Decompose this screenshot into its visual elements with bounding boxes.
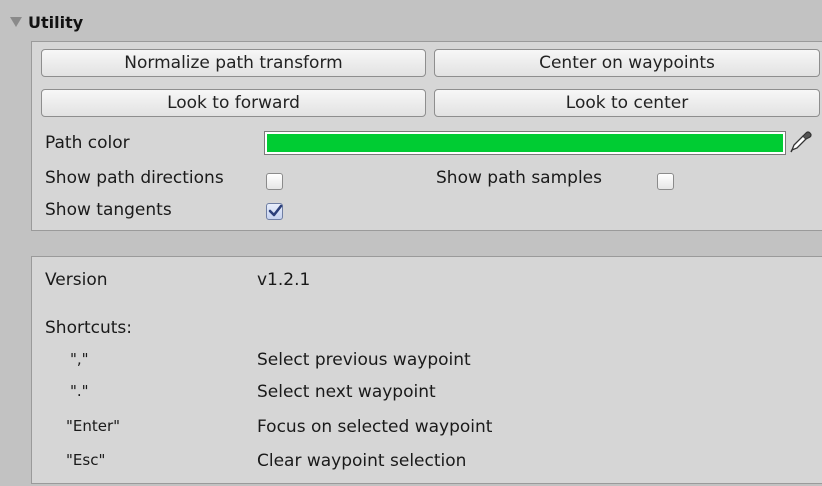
shortcut-action: Focus on selected waypoint <box>257 417 493 437</box>
show-path-samples-label: Show path samples <box>436 168 602 188</box>
path-color-field[interactable] <box>264 131 786 155</box>
show-path-directions-label: Show path directions <box>45 168 224 188</box>
utility-foldout-header[interactable]: Utility <box>8 8 83 36</box>
show-path-directions-checkbox[interactable] <box>266 173 283 190</box>
show-tangents-checkbox[interactable] <box>266 203 283 220</box>
center-on-waypoints-button[interactable]: Center on waypoints <box>434 49 820 77</box>
shortcut-key: "," <box>70 350 89 368</box>
look-to-forward-button[interactable]: Look to forward <box>41 89 426 117</box>
shortcut-action: Select next waypoint <box>257 382 436 402</box>
look-to-center-button[interactable]: Look to center <box>434 89 820 117</box>
normalize-path-transform-button[interactable]: Normalize path transform <box>41 49 426 77</box>
show-tangents-label: Show tangents <box>45 200 172 220</box>
shortcut-action: Select previous waypoint <box>257 350 471 370</box>
shortcut-key: "Enter" <box>66 417 121 435</box>
shortcut-key: "Esc" <box>66 451 106 469</box>
checkmark-icon <box>268 204 283 217</box>
foldout-title: Utility <box>28 12 84 32</box>
version-label: Version <box>45 270 108 290</box>
shortcuts-heading: Shortcuts: <box>45 318 132 338</box>
path-color-swatch <box>267 134 783 152</box>
show-path-samples-checkbox[interactable] <box>657 173 674 190</box>
foldout-arrow-icon[interactable] <box>10 17 22 27</box>
info-panel <box>31 256 822 484</box>
shortcut-action: Clear waypoint selection <box>257 451 467 471</box>
shortcut-key: "." <box>70 382 89 400</box>
path-color-label: Path color <box>45 133 130 153</box>
eyedropper-icon[interactable] <box>788 128 814 154</box>
version-value: v1.2.1 <box>257 270 311 290</box>
